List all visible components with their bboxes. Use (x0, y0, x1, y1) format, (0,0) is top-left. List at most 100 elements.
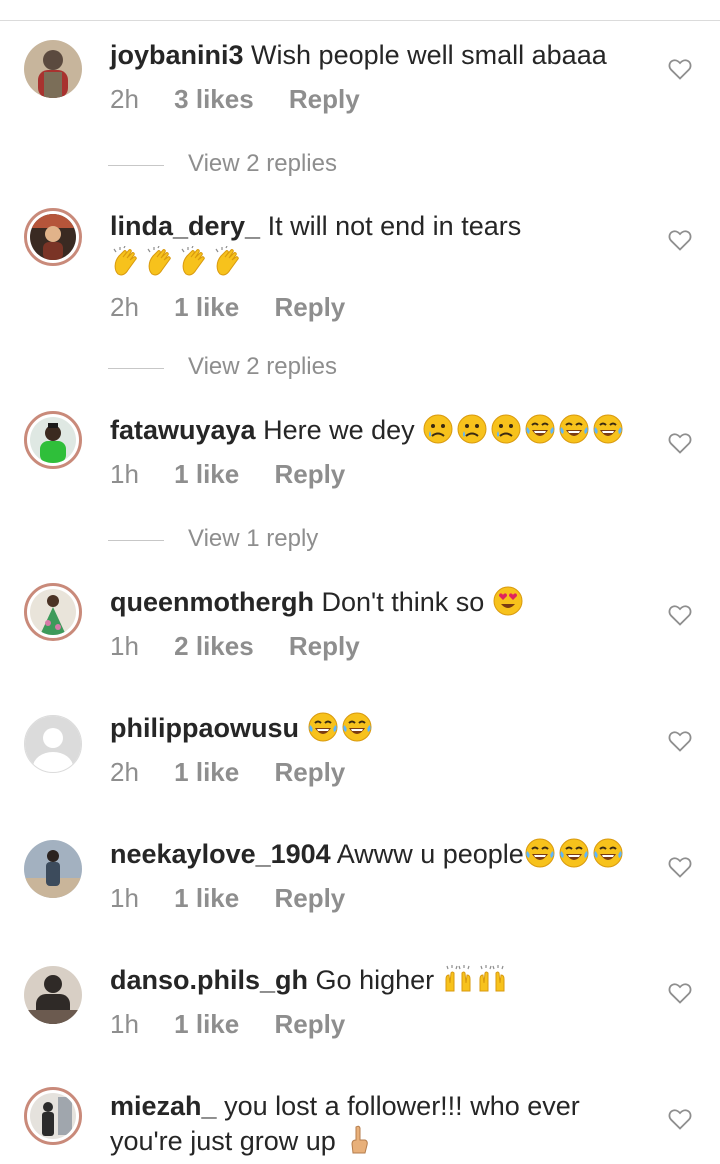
like-heart-icon[interactable] (668, 730, 692, 752)
comment-text-line-2: you're just grow up (110, 1124, 650, 1159)
like-heart-icon[interactable] (668, 1108, 692, 1130)
view-replies-label: View 2 replies (188, 150, 337, 177)
top-divider (0, 20, 720, 21)
avatar[interactable] (24, 715, 82, 773)
view-replies-label: View 2 replies (188, 353, 337, 380)
view-replies-button[interactable]: View 2 replies (108, 353, 408, 383)
raising-hands-icon (479, 965, 505, 992)
tears-of-joy-icon (525, 414, 555, 444)
tears-of-joy-icon (559, 414, 589, 444)
comment-likes[interactable]: 3 likes (174, 84, 254, 114)
comment-text-line: neekaylove_1904 Awww u people (110, 837, 650, 872)
avatar-photo (24, 966, 82, 1024)
comment-text-line: danso.phils_gh Go higher (110, 963, 650, 998)
view-replies-dash (108, 165, 164, 166)
comment-time: 1h (110, 1009, 139, 1039)
comment-meta: 2h 3 likes Reply (110, 84, 388, 115)
comment-time: 1h (110, 631, 139, 661)
comment-text-line: miezah_ you lost a follower!!! who ever (110, 1089, 650, 1124)
clapping-hands-icon (181, 246, 205, 276)
comment-username[interactable]: linda_dery_ (110, 211, 260, 241)
like-heart-icon[interactable] (668, 982, 692, 1004)
like-heart-icon[interactable] (668, 856, 692, 878)
comment-likes[interactable]: 2 likes (174, 631, 254, 661)
comment-username[interactable]: danso.phils_gh (110, 965, 308, 995)
comment-username[interactable]: neekaylove_1904 (110, 839, 331, 869)
reply-button[interactable]: Reply (274, 757, 345, 787)
like-heart-icon[interactable] (668, 432, 692, 454)
comment-meta: 1h 1 like Reply (110, 459, 373, 490)
comment-text-line: linda_dery_ It will not end in tears (110, 209, 650, 244)
comment-likes[interactable]: 1 like (174, 1009, 239, 1039)
avatar-photo (30, 589, 76, 635)
avatar-photo (30, 417, 76, 463)
reply-button[interactable]: Reply (274, 883, 345, 913)
view-replies-label: View 1 reply (188, 525, 319, 552)
sad-face-icon (457, 414, 487, 444)
avatar-photo (30, 214, 76, 260)
comment-emoji-line (110, 246, 650, 281)
reply-button[interactable]: Reply (274, 1009, 345, 1039)
comment-body: Don't think so (321, 587, 485, 617)
comment-body: you lost a follower!!! who ever (224, 1091, 580, 1121)
comment-username[interactable]: miezah_ (110, 1091, 217, 1121)
reply-button[interactable]: Reply (289, 631, 360, 661)
comment-time: 2h (110, 757, 139, 787)
avatar-photo (24, 840, 82, 898)
comment-body-line-2: you're just grow up (110, 1126, 336, 1156)
avatar[interactable] (24, 208, 82, 266)
view-replies-dash (108, 540, 164, 541)
sad-face-icon (491, 414, 521, 444)
clapping-hands-icon (113, 246, 137, 276)
reply-button[interactable]: Reply (274, 459, 345, 489)
comment-username[interactable]: fatawuyaya (110, 415, 256, 445)
comment-text-line: philippaowusu (110, 711, 650, 746)
like-heart-icon[interactable] (668, 58, 692, 80)
comment-likes[interactable]: 1 like (174, 757, 239, 787)
clapping-hands-icon (147, 246, 171, 276)
comment-text-line: fatawuyaya Here we dey (110, 413, 650, 448)
sad-face-icon (423, 414, 453, 444)
default-avatar-icon (25, 716, 81, 772)
reply-button[interactable]: Reply (289, 84, 360, 114)
tears-of-joy-icon (559, 838, 589, 868)
avatar[interactable] (24, 411, 82, 469)
comment-time: 2h (110, 84, 139, 114)
comment-meta: 1h 2 likes Reply (110, 631, 388, 662)
comment-meta: 1h 1 like Reply (110, 883, 373, 914)
comment-username[interactable]: joybanini3 (110, 40, 244, 70)
view-replies-button[interactable]: View 1 reply (108, 525, 408, 555)
comment-body: Go higher (315, 965, 435, 995)
tears-of-joy-icon (593, 838, 623, 868)
avatar-photo (30, 1093, 76, 1139)
avatar[interactable] (24, 40, 82, 98)
comment-meta: 1h 1 like Reply (110, 1009, 373, 1040)
reply-button[interactable]: Reply (274, 292, 345, 322)
avatar[interactable] (24, 840, 82, 898)
like-heart-icon[interactable] (668, 604, 692, 626)
comment-likes[interactable]: 1 like (174, 883, 239, 913)
comment-username[interactable]: philippaowusu (110, 713, 299, 743)
comment-likes[interactable]: 1 like (174, 292, 239, 322)
view-replies-dash (108, 368, 164, 369)
tears-of-joy-icon (308, 712, 338, 742)
avatar[interactable] (24, 1087, 82, 1145)
view-replies-button[interactable]: View 2 replies (108, 150, 408, 180)
comment-body: Here we dey (263, 415, 415, 445)
tears-of-joy-icon (593, 414, 623, 444)
index-pointing-up-icon (351, 1125, 369, 1154)
like-heart-icon[interactable] (668, 229, 692, 251)
comment-time: 1h (110, 459, 139, 489)
avatar[interactable] (24, 583, 82, 641)
comment-time: 2h (110, 292, 139, 322)
comment-time: 1h (110, 883, 139, 913)
avatar-photo (24, 40, 82, 98)
comment-username[interactable]: queenmothergh (110, 587, 314, 617)
comment-text-line: joybanini3 Wish people well small abaaa (110, 38, 650, 73)
avatar[interactable] (24, 966, 82, 1024)
heart-eyes-icon (493, 586, 523, 616)
comment-body: Awww u people (336, 839, 524, 869)
comment-body: Wish people well small abaaa (251, 40, 607, 70)
comment-likes[interactable]: 1 like (174, 459, 239, 489)
tears-of-joy-icon (342, 712, 372, 742)
